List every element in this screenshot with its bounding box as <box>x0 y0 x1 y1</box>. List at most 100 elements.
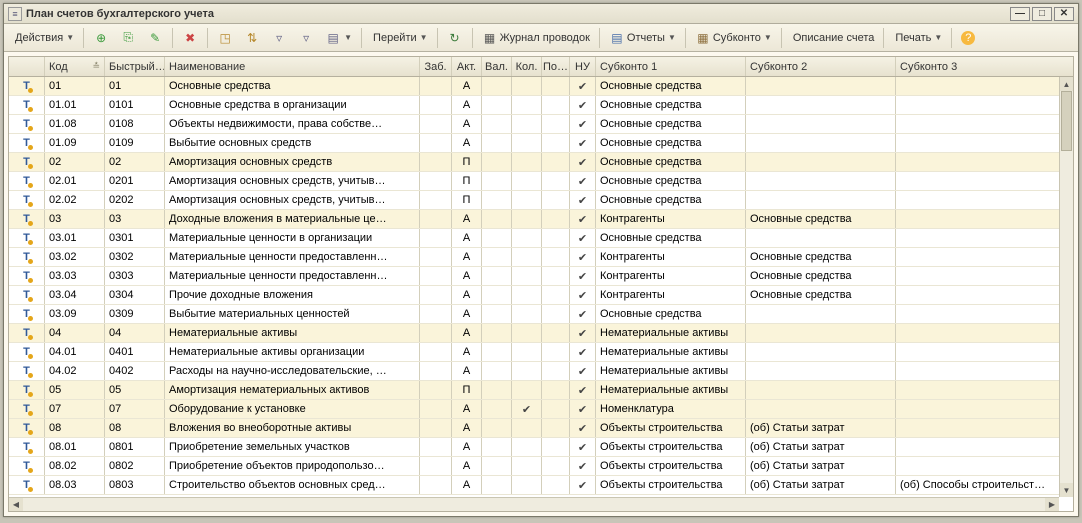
table-row[interactable]: T0101Основные средстваА✔Основные средств… <box>9 77 1073 96</box>
cell-kol <box>512 191 542 209</box>
cell-icon: T <box>9 153 45 171</box>
refresh-button[interactable]: ↻ <box>442 27 468 49</box>
table-row[interactable]: T08.030803Строительство объектов основны… <box>9 476 1073 495</box>
cell-s3 <box>896 172 1046 190</box>
sort-asc-icon: ≛ <box>92 61 100 72</box>
col-icon[interactable] <box>9 57 45 76</box>
horizontal-scrollbar[interactable]: ◀ ▶ <box>9 497 1059 511</box>
cell-s1: Объекты строительства <box>596 457 746 475</box>
col-s3[interactable]: Субконто 3 <box>896 57 1046 76</box>
delete-button[interactable]: ✖ <box>177 27 203 49</box>
minimize-button[interactable]: — <box>1010 7 1030 21</box>
cell-kod: 03.09 <box>45 305 105 323</box>
table-row[interactable]: T0808Вложения во внеоборотные активыА✔Об… <box>9 419 1073 438</box>
table-row[interactable]: T03.040304Прочие доходные вложенияА✔Конт… <box>9 286 1073 305</box>
table-row[interactable]: T04.020402Расходы на научно-исследовател… <box>9 362 1073 381</box>
account-type-icon: T <box>23 213 30 225</box>
cell-zab <box>420 419 452 437</box>
table-row[interactable]: T0404Нематериальные активыА✔Нематериальн… <box>9 324 1073 343</box>
cell-s2 <box>746 362 896 380</box>
scroll-left-icon[interactable]: ◀ <box>9 498 23 511</box>
cell-val <box>482 115 512 133</box>
add-button[interactable]: ⊕ <box>88 27 114 49</box>
cell-kod: 03 <box>45 210 105 228</box>
table-row[interactable]: T03.020302Материальные ценности предоста… <box>9 248 1073 267</box>
edit-button[interactable]: ✎ <box>142 27 168 49</box>
table-row[interactable]: T01.080108Объекты недвижимости, права со… <box>9 115 1073 134</box>
col-s1[interactable]: Субконто 1 <box>596 57 746 76</box>
cell-fast: 02 <box>105 153 165 171</box>
subkonto-menu-button[interactable]: ▦ Субконто▼ <box>690 27 777 49</box>
actions-menu-button[interactable]: Действия▼ <box>8 27 79 49</box>
hierarchy-button[interactable]: ◳ <box>212 27 238 49</box>
table-row[interactable]: T08.010801Приобретение земельных участко… <box>9 438 1073 457</box>
cell-s2 <box>746 229 896 247</box>
print-menu-button[interactable]: Печать▼ <box>888 27 947 49</box>
close-button[interactable]: ✕ <box>1054 7 1074 21</box>
account-type-icon: T <box>23 118 30 130</box>
cell-akt: А <box>452 134 482 152</box>
maximize-button[interactable]: □ <box>1032 7 1052 21</box>
table-row[interactable]: T08.020802Приобретение объектов природоп… <box>9 457 1073 476</box>
col-val[interactable]: Вал. <box>482 57 512 76</box>
scroll-thumb[interactable] <box>1061 91 1072 151</box>
cell-po <box>542 210 570 228</box>
journal-button[interactable]: ▦ Журнал проводок <box>477 27 595 49</box>
cell-fast: 0802 <box>105 457 165 475</box>
copy-button[interactable]: ⎘ <box>115 27 141 49</box>
account-type-icon: T <box>23 80 30 92</box>
cell-name: Приобретение объектов природопользо… <box>165 457 420 475</box>
scroll-right-icon[interactable]: ▶ <box>1045 498 1059 511</box>
table-row[interactable]: T02.010201Амортизация основных средств, … <box>9 172 1073 191</box>
table-row[interactable]: T0202Амортизация основных средствП✔Основ… <box>9 153 1073 172</box>
move-button[interactable]: ⇅ <box>239 27 265 49</box>
cell-kod: 07 <box>45 400 105 418</box>
check-icon: ✔ <box>578 80 587 93</box>
col-s2[interactable]: Субконто 2 <box>746 57 896 76</box>
check-icon: ✔ <box>578 422 587 435</box>
scroll-down-icon[interactable]: ▼ <box>1060 483 1073 497</box>
reports-menu-button[interactable]: ▤ Отчеты▼ <box>604 27 681 49</box>
table-row[interactable]: T0707Оборудование к установкеА✔✔Номенкла… <box>9 400 1073 419</box>
sort-button[interactable]: ▤▼ <box>320 27 357 49</box>
col-po[interactable]: По… <box>542 57 570 76</box>
scroll-up-icon[interactable]: ▲ <box>1060 77 1073 91</box>
col-akt[interactable]: Акт. <box>452 57 482 76</box>
account-desc-button[interactable]: Описание счета <box>786 27 880 49</box>
col-nu[interactable]: НУ <box>570 57 596 76</box>
cell-val <box>482 267 512 285</box>
table-row[interactable]: T04.010401Нематериальные активы организа… <box>9 343 1073 362</box>
col-name[interactable]: Наименование <box>165 57 420 76</box>
funnel-icon: ▿ <box>271 30 287 46</box>
cell-s2: Основные средства <box>746 267 896 285</box>
table-row[interactable]: T0303Доходные вложения в материальные це… <box>9 210 1073 229</box>
cell-akt: А <box>452 400 482 418</box>
vertical-scrollbar[interactable]: ▲ ▼ <box>1059 77 1073 497</box>
titlebar: ≡ План счетов бухгалтерского учета — □ ✕ <box>4 4 1078 24</box>
cell-zab <box>420 343 452 361</box>
table-row[interactable]: T01.010101Основные средства в организаци… <box>9 96 1073 115</box>
table-row[interactable]: T01.090109Выбытие основных средствА✔Осно… <box>9 134 1073 153</box>
cell-name: Строительство объектов основных сред… <box>165 476 420 494</box>
col-fast[interactable]: Быстрый… <box>105 57 165 76</box>
goto-menu-button[interactable]: Перейти▼ <box>366 27 433 49</box>
cell-zab <box>420 96 452 114</box>
filter-button[interactable]: ▿ <box>266 27 292 49</box>
col-kod[interactable]: Код≛ <box>45 57 105 76</box>
check-icon: ✔ <box>578 384 587 397</box>
cell-kol <box>512 457 542 475</box>
cell-icon: T <box>9 210 45 228</box>
cell-akt: А <box>452 476 482 494</box>
cell-po <box>542 267 570 285</box>
cell-icon: T <box>9 343 45 361</box>
col-zab[interactable]: Заб. <box>420 57 452 76</box>
table-row[interactable]: T02.020202Амортизация основных средств, … <box>9 191 1073 210</box>
table-row[interactable]: T0505Амортизация нематериальных активовП… <box>9 381 1073 400</box>
table-row[interactable]: T03.090309Выбытие материальных ценностей… <box>9 305 1073 324</box>
help-button[interactable]: ? <box>956 27 980 49</box>
filter-clear-button[interactable]: ▿ <box>293 27 319 49</box>
col-kol[interactable]: Кол. <box>512 57 542 76</box>
table-row[interactable]: T03.030303Материальные ценности предоста… <box>9 267 1073 286</box>
report-icon: ▤ <box>609 30 625 46</box>
table-row[interactable]: T03.010301Материальные ценности в органи… <box>9 229 1073 248</box>
